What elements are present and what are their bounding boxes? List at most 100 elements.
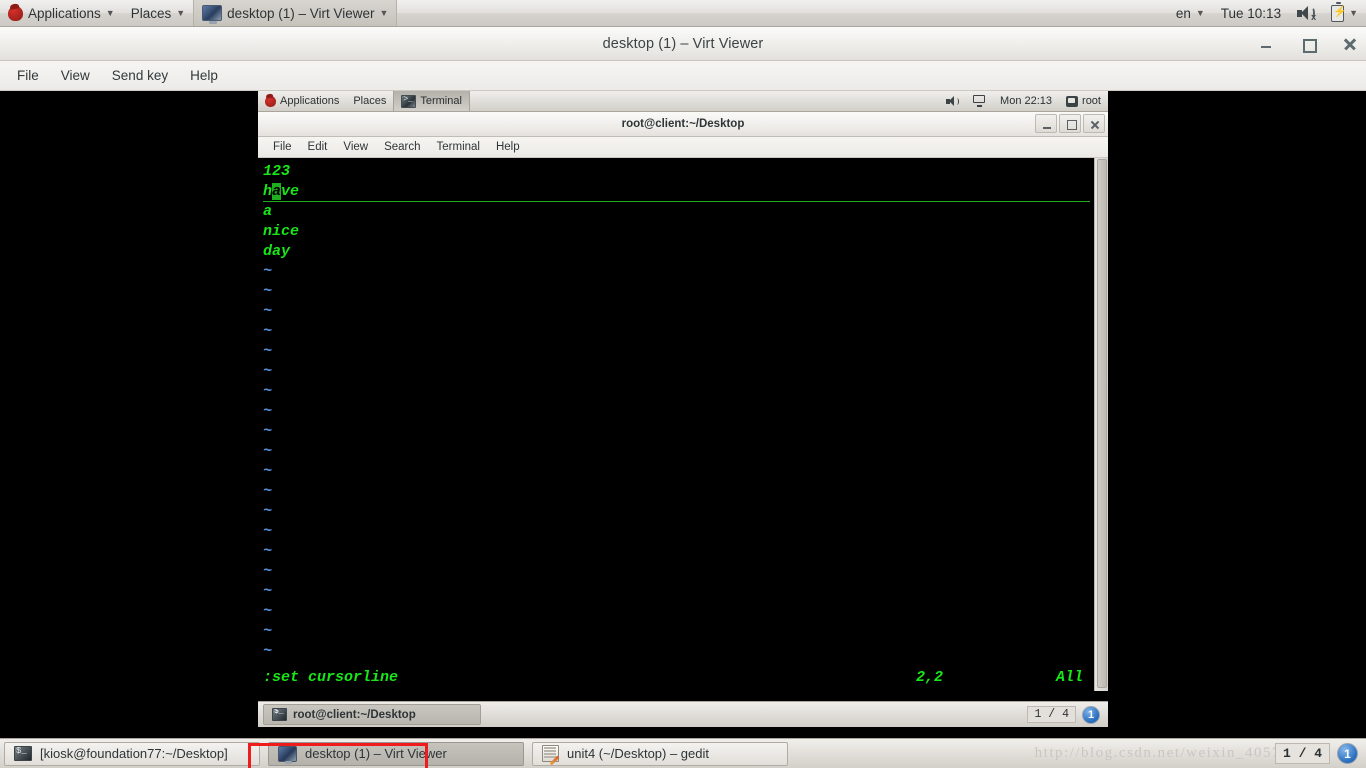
close-icon[interactable] — [1342, 36, 1358, 52]
vim-empty-line-marker: ~ — [263, 583, 273, 600]
menu-send-key[interactable]: Send key — [103, 65, 177, 86]
chevron-down-icon: ▼ — [176, 7, 186, 18]
speaker-muted-icon: x — [1297, 5, 1316, 21]
speaker-icon — [946, 95, 960, 107]
vim-empty-line-marker: ~ — [263, 463, 273, 480]
taskbar-item-label: desktop (1) – Virt Viewer — [305, 746, 447, 761]
maximize-icon[interactable] — [1059, 114, 1081, 133]
volume-indicator[interactable]: x — [1289, 0, 1323, 26]
watermark: http://blog.csdn.net/weixin_40571 — [1034, 745, 1290, 761]
monitor-icon — [202, 5, 223, 24]
outer-top-panel: Applications ▼ Places ▼ desktop (1) – Vi… — [0, 0, 1366, 27]
vim-empty-line-marker: ~ — [263, 503, 273, 520]
redhat-icon — [265, 95, 276, 107]
outer-workspace-current[interactable]: 1 — [1337, 743, 1358, 764]
menu-file[interactable]: File — [8, 65, 48, 86]
vim-line-text: h — [263, 183, 273, 200]
minimize-icon[interactable] — [1258, 36, 1274, 52]
vim-empty-line-marker: ~ — [263, 643, 273, 660]
terminal-menu-help[interactable]: Help — [489, 139, 527, 155]
chevron-down-icon: ▼ — [1195, 7, 1205, 18]
vim-cursor: a — [272, 183, 282, 200]
taskbar-item-virt-viewer[interactable]: desktop (1) – Virt Viewer — [268, 741, 524, 766]
vim-cursor-position: 2,2 — [916, 669, 944, 686]
vim-scroll-indicator: All — [1056, 669, 1084, 686]
guest-taskbar-window-label: root@client:~/Desktop — [293, 708, 416, 721]
taskbar-item-label: unit4 (~/Desktop) – gedit — [567, 746, 709, 761]
guest-taskbar: root@client:~/Desktop 1 / 4 1 — [258, 701, 1108, 727]
outer-clock[interactable]: Tue 10:13 — [1213, 0, 1289, 26]
terminal-menu-file[interactable]: File — [266, 139, 299, 155]
guest-volume-indicator[interactable] — [939, 91, 966, 111]
vim-empty-line-marker: ~ — [263, 303, 273, 320]
terminal-menu-terminal[interactable]: Terminal — [430, 139, 487, 155]
menu-help[interactable]: Help — [181, 65, 227, 86]
vim-line: nice — [263, 223, 300, 240]
guest-clock[interactable]: Mon 22:13 — [993, 91, 1059, 111]
guest-workspace-current[interactable]: 1 — [1082, 705, 1100, 724]
vim-line: day — [263, 243, 291, 260]
guest-network-indicator[interactable] — [966, 91, 993, 111]
guest-places-label: Places — [353, 95, 387, 107]
terminal-window-controls — [1035, 114, 1105, 133]
terminal-menu-search[interactable]: Search — [377, 139, 427, 155]
taskbar-item-label: [kiosk@foundation77:~/Desktop] — [40, 746, 228, 761]
maximize-icon[interactable] — [1300, 36, 1317, 53]
battery-indicator[interactable]: ▼ — [1323, 0, 1366, 26]
menu-view[interactable]: View — [52, 65, 99, 86]
taskbar-item-kiosk-terminal[interactable]: [kiosk@foundation77:~/Desktop] — [4, 741, 260, 766]
outer-workspace-indicator[interactable]: 1 / 4 1 — [1274, 743, 1362, 764]
guest-workspace-label: 1 / 4 — [1027, 706, 1076, 723]
terminal-menu-edit[interactable]: Edit — [301, 139, 335, 155]
virt-viewer-titlebar[interactable]: desktop (1) – Virt Viewer — [0, 27, 1366, 61]
outer-applications-label: Applications — [28, 5, 101, 21]
terminal-title: root@client:~/Desktop — [621, 118, 745, 130]
close-icon[interactable] — [1083, 114, 1105, 133]
screen: Applications ▼ Places ▼ desktop (1) – Vi… — [0, 0, 1366, 768]
guest-window-label: Terminal — [420, 95, 462, 107]
vim-empty-line-marker: ~ — [263, 283, 273, 300]
guest-window-button-terminal[interactable]: Terminal — [393, 91, 470, 111]
vim-buffer: 123 have a nice day ~ ~ ~ ~ ~ ~ ~ ~ ~ ~ ~ ~ ~ ~ ~ ~ ~ ~ ~ ~ — [263, 162, 1090, 691]
vim-empty-line-marker: ~ — [263, 483, 273, 500]
virt-viewer-menubar: File View Send key Help — [0, 61, 1366, 91]
terminal-menu-view[interactable]: View — [336, 139, 375, 155]
virt-viewer-canvas[interactable]: Applications Places Terminal — [0, 91, 1366, 768]
outer-workspace-label: 1 / 4 — [1274, 743, 1330, 764]
outer-places-label: Places — [130, 5, 172, 21]
guest-applications-label: Applications — [280, 95, 340, 107]
network-icon — [973, 95, 986, 107]
taskbar-item-gedit[interactable]: unit4 (~/Desktop) – gedit — [532, 741, 788, 766]
keyboard-layout-indicator[interactable]: en ▼ — [1168, 0, 1213, 26]
outer-applications-menu[interactable]: Applications ▼ — [0, 0, 123, 26]
chevron-down-icon: ▼ — [379, 7, 389, 18]
scrollbar-thumb[interactable] — [1097, 159, 1107, 688]
terminal-titlebar[interactable]: root@client:~/Desktop — [258, 112, 1108, 137]
terminal-scrollbar[interactable] — [1094, 158, 1108, 691]
guest-workspace-indicator[interactable]: 1 / 4 1 — [1027, 705, 1103, 724]
guest-applications-menu[interactable]: Applications — [258, 91, 346, 111]
terminal-body[interactable]: 123 have a nice day ~ ~ ~ ~ ~ ~ ~ ~ ~ ~ ~ ~ ~ ~ ~ ~ ~ ~ ~ ~ :set… — [258, 158, 1108, 691]
vim-empty-line-marker: ~ — [263, 543, 273, 560]
terminal-icon — [14, 746, 32, 761]
outer-clock-label: Tue 10:13 — [1220, 5, 1282, 21]
vim-command-line: :set cursorline — [263, 669, 399, 686]
outer-places-menu[interactable]: Places ▼ — [123, 0, 193, 26]
minimize-icon[interactable] — [1035, 114, 1057, 133]
outer-window-menu[interactable]: desktop (1) – Virt Viewer ▼ — [193, 0, 398, 26]
vim-line: have — [263, 182, 1090, 202]
monitor-icon — [278, 745, 297, 764]
guest-places-menu[interactable]: Places — [346, 91, 393, 111]
battery-icon — [1331, 2, 1347, 22]
guest-user-menu[interactable]: root — [1059, 91, 1108, 111]
vim-empty-line-marker: ~ — [263, 443, 273, 460]
vim-line-text: ve — [281, 183, 300, 200]
guest-taskbar-window-button[interactable]: root@client:~/Desktop — [263, 704, 481, 725]
terminal-window: root@client:~/Desktop File Edit View Sea… — [258, 112, 1108, 691]
guest-desktop: Applications Places Terminal — [258, 91, 1108, 727]
vim-empty-line-marker: ~ — [263, 423, 273, 440]
vim-empty-line-marker: ~ — [263, 523, 273, 540]
vim-empty-line-marker: ~ — [263, 363, 273, 380]
vim-line: 123 — [263, 163, 291, 180]
virt-viewer-window: desktop (1) – Virt Viewer File View Send… — [0, 27, 1366, 768]
